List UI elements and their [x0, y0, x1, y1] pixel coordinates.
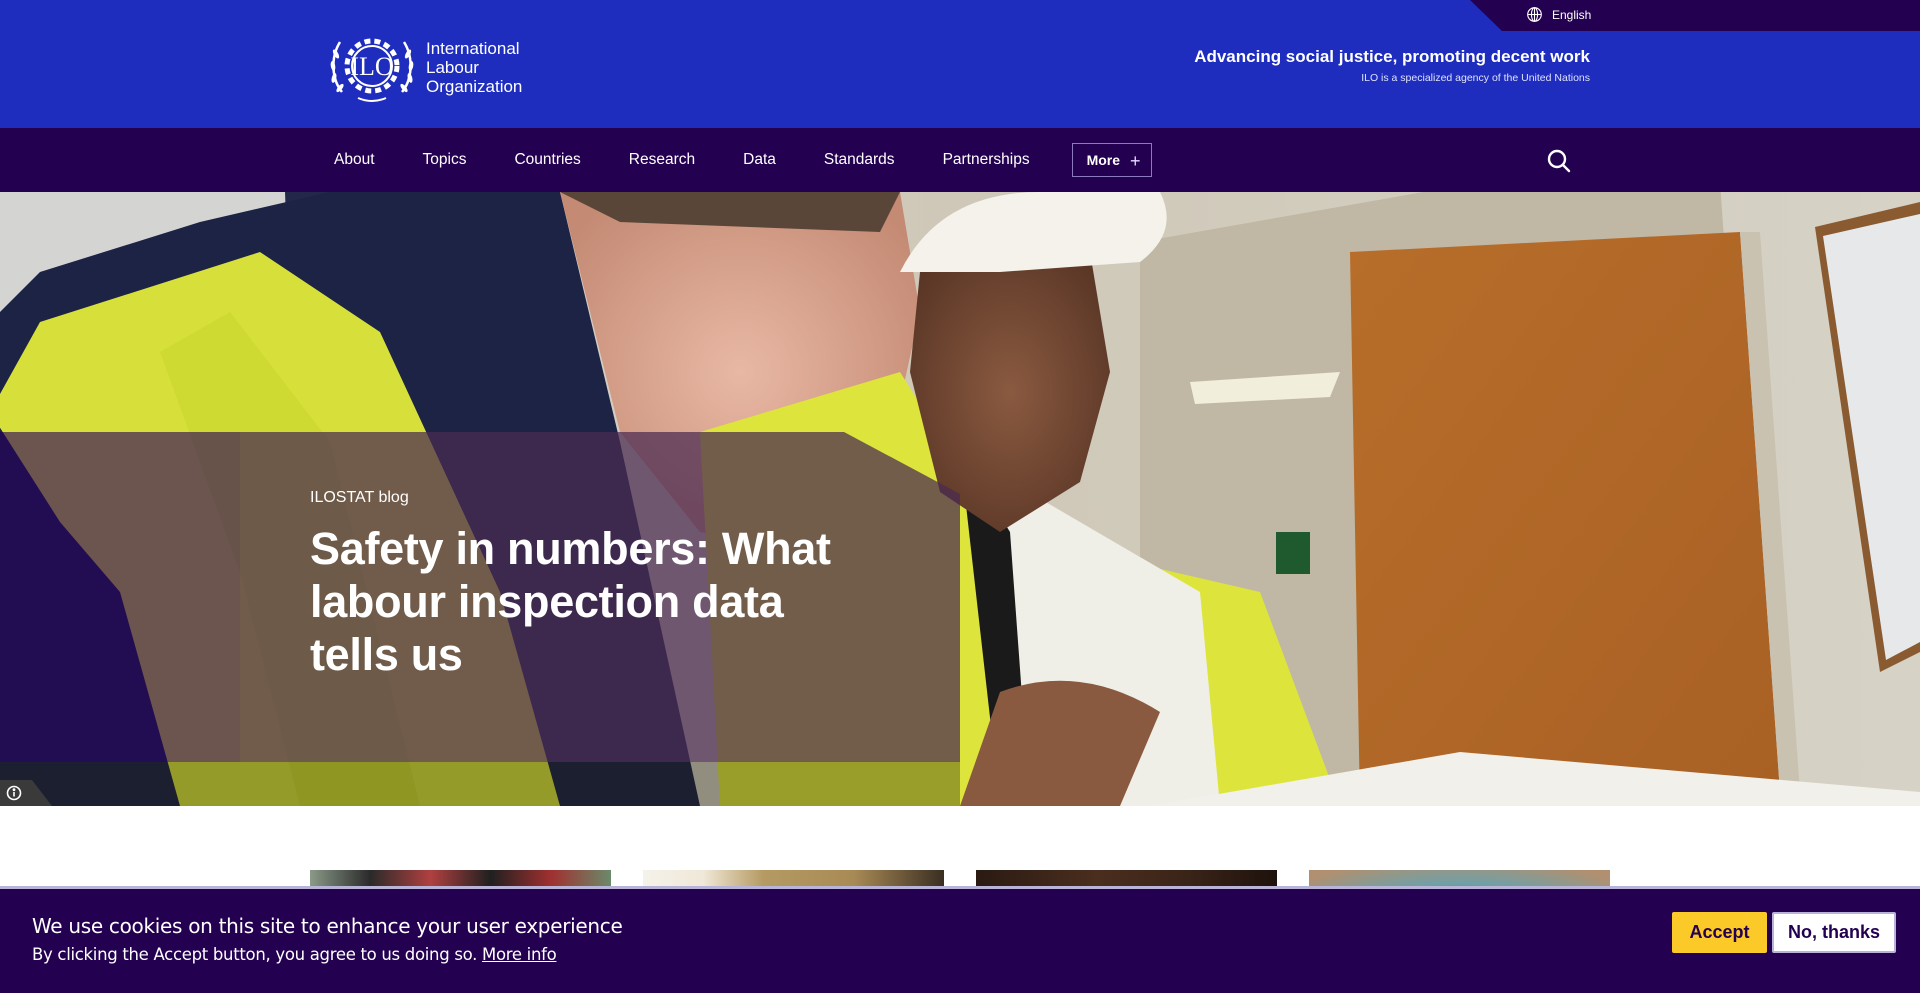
hero-title[interactable]: Safety in numbers: What labour inspectio…	[310, 522, 880, 681]
nav-item-data[interactable]: Data	[743, 151, 776, 169]
more-button[interactable]: More +	[1071, 143, 1152, 177]
info-icon	[6, 785, 22, 801]
nav-list: About Topics Countries Research Data Sta…	[334, 128, 1152, 192]
decline-button[interactable]: No, thanks	[1772, 912, 1896, 953]
search-icon[interactable]	[1546, 148, 1572, 174]
language-switcher[interactable]: English	[1526, 6, 1591, 23]
top-header: English ILO International Labour Organiz…	[0, 0, 1920, 128]
tagline-main: Advancing social justice, promoting dece…	[1194, 47, 1590, 66]
nav-item-standards[interactable]: Standards	[824, 151, 895, 169]
nav-item-countries[interactable]: Countries	[514, 151, 580, 169]
logo-line-1: International	[426, 38, 520, 58]
language-bar: English	[1470, 0, 1920, 31]
tagline: Advancing social justice, promoting dece…	[1194, 46, 1590, 84]
nav-item-research[interactable]: Research	[629, 151, 695, 169]
nav-item-about[interactable]: About	[334, 151, 375, 169]
logo-text: International Labour Organization	[426, 39, 522, 96]
logo-line-2: Labour	[426, 57, 479, 77]
nav-item-partnerships[interactable]: Partnerships	[943, 151, 1030, 169]
globe-icon	[1527, 7, 1542, 22]
svg-text:ILO: ILO	[350, 52, 393, 81]
more-label: More	[1086, 152, 1121, 168]
main-nav: About Topics Countries Research Data Sta…	[0, 128, 1920, 192]
cookie-title: We use cookies on this site to enhance y…	[32, 914, 623, 938]
hero-kicker[interactable]: ILOSTAT blog	[310, 489, 409, 507]
language-label: English	[1552, 7, 1592, 22]
cookie-text: By clicking the Accept button, you agree…	[32, 945, 557, 964]
nav-item-topics[interactable]: Topics	[423, 151, 467, 169]
tagline-sub: ILO is a specialized agency of the Unite…	[1361, 72, 1590, 84]
cookie-banner: We use cookies on this site to enhance y…	[0, 886, 1920, 993]
hero-banner[interactable]: ILOSTAT blog Safety in numbers: What lab…	[0, 192, 1920, 806]
ilo-logo[interactable]: ILO International Labour Organization	[328, 30, 522, 104]
cookie-message: By clicking the Accept button, you agree…	[32, 945, 483, 964]
logo-line-3: Organization	[426, 76, 523, 96]
plus-icon: +	[1130, 151, 1141, 171]
accept-button[interactable]: Accept	[1672, 912, 1767, 953]
more-info-link[interactable]: More info	[482, 945, 557, 964]
ilo-emblem-icon: ILO	[330, 38, 414, 102]
